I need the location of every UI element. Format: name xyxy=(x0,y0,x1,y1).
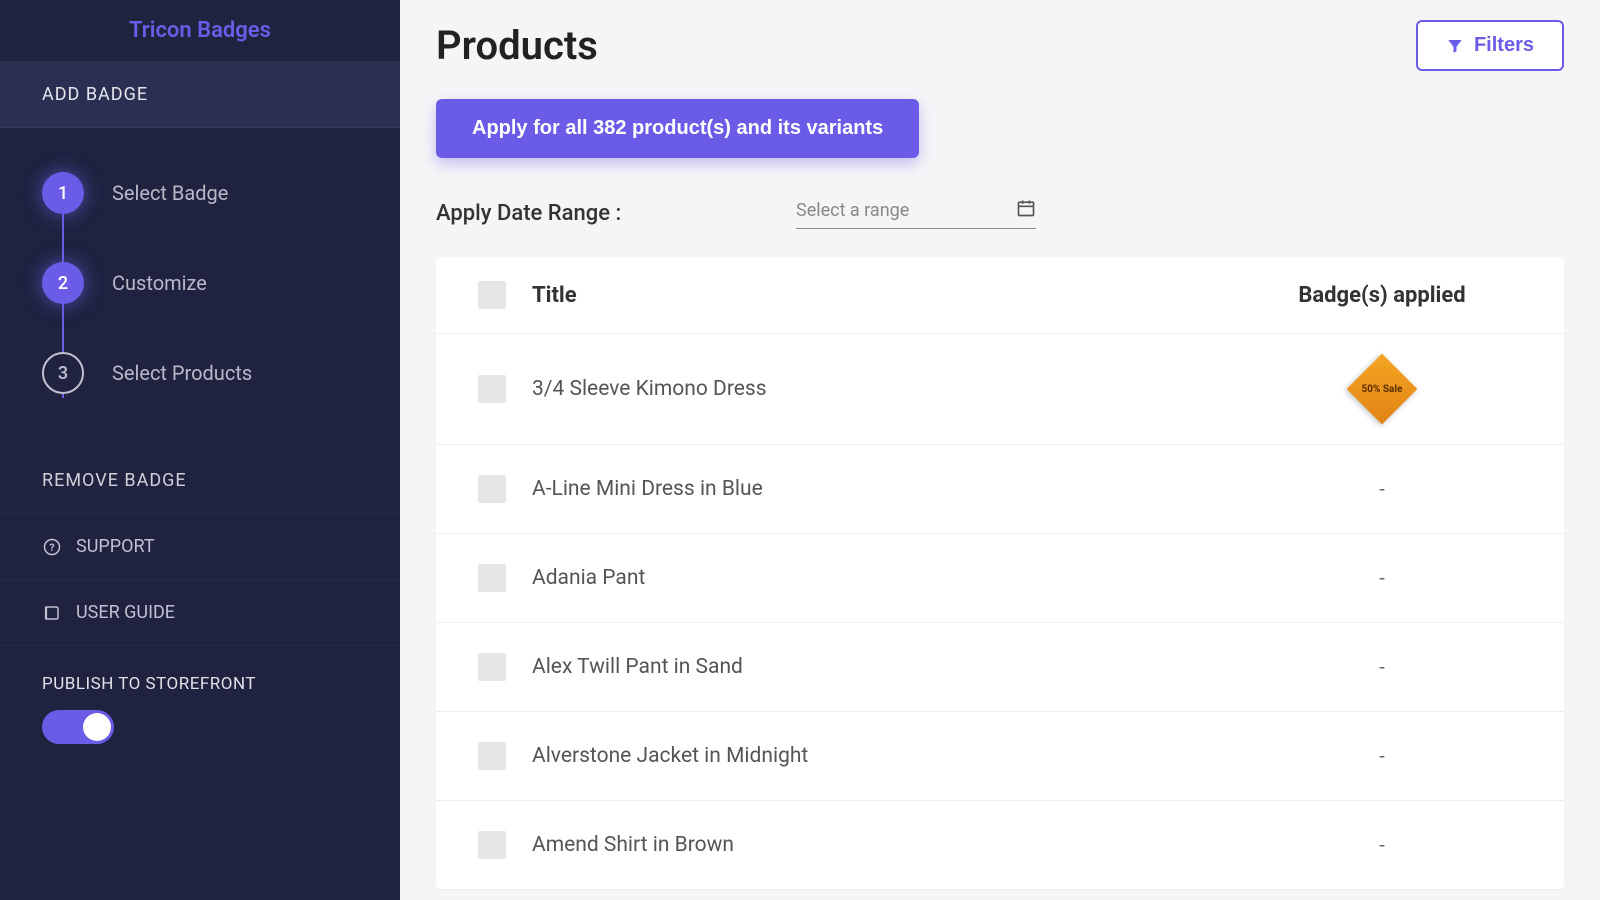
step-select-products[interactable]: 3 Select Products xyxy=(0,328,400,418)
help-icon: ? xyxy=(42,537,62,557)
select-all-checkbox[interactable] xyxy=(478,281,506,309)
apply-all-button[interactable]: Apply for all 382 product(s) and its var… xyxy=(436,99,919,158)
date-range-label: Apply Date Range : xyxy=(436,201,796,226)
table-row: Amend Shirt in Brown - xyxy=(436,801,1564,890)
product-title: 3/4 Sleeve Kimono Dress xyxy=(532,377,767,401)
product-title: Adania Pant xyxy=(532,566,645,590)
step-customize[interactable]: 2 Customize xyxy=(0,238,400,328)
row-checkbox[interactable] xyxy=(478,831,506,859)
book-icon xyxy=(42,603,62,623)
table-row: A-Line Mini Dress in Blue - xyxy=(436,445,1564,534)
publish-section: PUBLISH TO STOREFRONT xyxy=(0,646,400,772)
products-table: Title Badge(s) applied 3/4 Sleeve Kimono… xyxy=(436,257,1564,890)
table-header: Title Badge(s) applied xyxy=(436,257,1564,334)
date-placeholder: Select a range xyxy=(796,200,909,221)
main-content: Products Filters Apply for all 382 produ… xyxy=(400,0,1600,900)
svg-text:?: ? xyxy=(49,540,54,553)
menu-support-label: SUPPORT xyxy=(76,536,155,557)
step-label: Customize xyxy=(112,271,207,295)
badge-empty: - xyxy=(1379,744,1385,768)
filters-label: Filters xyxy=(1474,34,1534,57)
step-select-badge[interactable]: 1 Select Badge xyxy=(0,148,400,238)
table-row: Alverstone Jacket in Midnight - xyxy=(436,712,1564,801)
badge-empty: - xyxy=(1379,566,1385,590)
product-title: A-Line Mini Dress in Blue xyxy=(532,477,763,501)
menu-remove-badge[interactable]: REMOVE BADGE xyxy=(0,448,400,514)
row-checkbox[interactable] xyxy=(478,564,506,592)
stepper: 1 Select Badge 2 Customize 3 Select Prod… xyxy=(0,128,400,448)
date-range-row: Apply Date Range : Select a range xyxy=(436,198,1564,229)
table-row: Adania Pant - xyxy=(436,534,1564,623)
menu-user-guide-label: USER GUIDE xyxy=(76,602,175,623)
row-checkbox[interactable] xyxy=(478,375,506,403)
table-row: Alex Twill Pant in Sand - xyxy=(436,623,1564,712)
row-checkbox[interactable] xyxy=(478,653,506,681)
step-number-1: 1 xyxy=(42,172,84,214)
sale-badge-icon: 50% Sale xyxy=(1347,354,1418,425)
filters-button[interactable]: Filters xyxy=(1416,20,1564,71)
step-number-3: 3 xyxy=(42,352,84,394)
publish-toggle[interactable] xyxy=(42,710,114,744)
page-title: Products xyxy=(436,22,598,69)
step-number-2: 2 xyxy=(42,262,84,304)
calendar-icon xyxy=(1016,198,1036,222)
table-row: 3/4 Sleeve Kimono Dress 50% Sale xyxy=(436,334,1564,445)
column-title: Title xyxy=(532,283,577,308)
menu-support[interactable]: ? SUPPORT xyxy=(0,514,400,580)
badge-empty: - xyxy=(1379,477,1385,501)
publish-label: PUBLISH TO STOREFRONT xyxy=(42,674,358,694)
product-title: Amend Shirt in Brown xyxy=(532,833,734,857)
step-label: Select Badge xyxy=(112,181,228,205)
badge-empty: - xyxy=(1379,655,1385,679)
row-checkbox[interactable] xyxy=(478,742,506,770)
column-badge: Badge(s) applied xyxy=(1298,283,1465,308)
badge-empty: - xyxy=(1379,833,1385,857)
app-title: Tricon Badges xyxy=(0,0,400,62)
step-label: Select Products xyxy=(112,361,252,385)
header-row: Products Filters xyxy=(436,20,1564,71)
sidebar: Tricon Badges ADD BADGE 1 Select Badge 2… xyxy=(0,0,400,900)
menu-add-badge[interactable]: ADD BADGE xyxy=(0,62,400,128)
filter-icon xyxy=(1446,37,1464,55)
product-title: Alverstone Jacket in Midnight xyxy=(532,744,808,768)
menu-user-guide[interactable]: USER GUIDE xyxy=(0,580,400,646)
date-range-input[interactable]: Select a range xyxy=(796,198,1036,229)
product-title: Alex Twill Pant in Sand xyxy=(532,655,743,679)
toggle-knob xyxy=(83,713,111,741)
row-checkbox[interactable] xyxy=(478,475,506,503)
